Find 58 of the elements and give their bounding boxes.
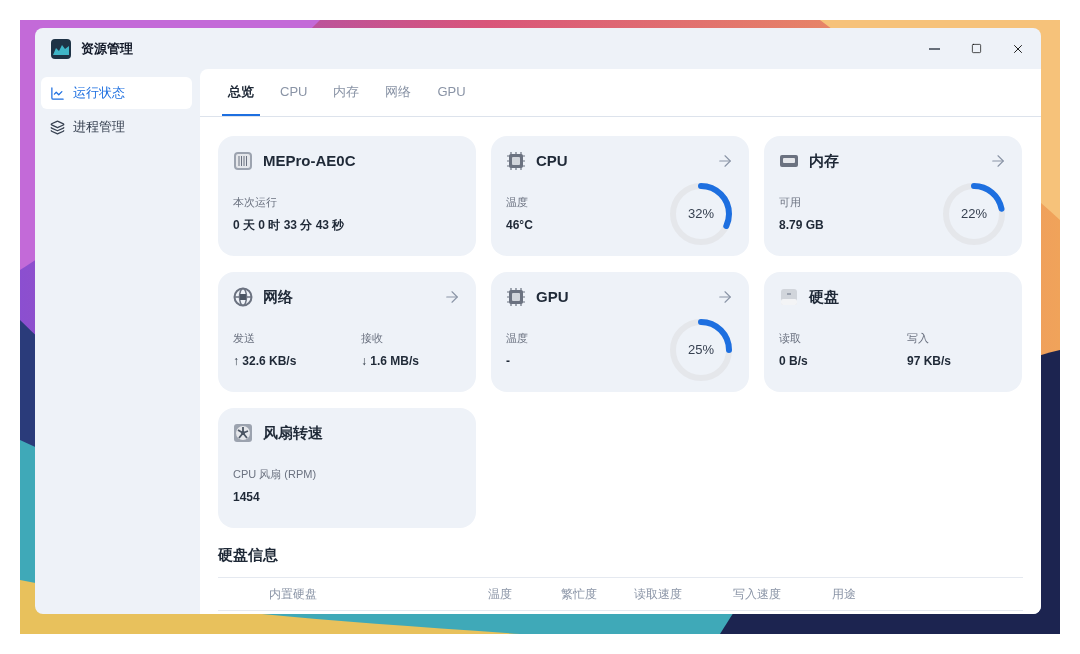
- field-label: 温度: [506, 195, 529, 211]
- field-value: ↑ 32.6 KB/s: [233, 352, 298, 370]
- field-label: 本次运行: [233, 195, 278, 211]
- tab[interactable]: GPU: [431, 69, 472, 116]
- tab[interactable]: 内存: [327, 69, 366, 116]
- field-label: 发送: [233, 331, 256, 347]
- field-value: ↓ 1.6 MB/s: [361, 352, 421, 370]
- fan-icon: [233, 423, 253, 443]
- field-label: 接收: [361, 331, 384, 347]
- field-value: 0 B/s: [779, 352, 809, 370]
- field-label: 温度: [506, 331, 529, 347]
- layers-icon: [50, 119, 65, 135]
- field-value: 1454: [233, 488, 261, 506]
- arrow-icon[interactable]: [443, 288, 461, 306]
- maximize-icon: [970, 43, 982, 54]
- field-label: 可用: [779, 195, 802, 211]
- drive-icon: [779, 287, 799, 307]
- tab[interactable]: CPU: [274, 69, 314, 116]
- field-label: 写入: [907, 331, 930, 347]
- sidebar-item[interactable]: 运行状态: [41, 77, 192, 109]
- column-header: 用途: [832, 585, 857, 603]
- sidebar-item[interactable]: 进程管理: [41, 111, 192, 143]
- processor-icon: [506, 287, 526, 307]
- column-header: 繁忙度: [561, 585, 598, 603]
- column-header: 读取速度: [634, 585, 683, 603]
- minimize-icon: [928, 47, 940, 50]
- field-value: 97 KB/s: [907, 352, 953, 370]
- card-title: 风扇转速: [263, 422, 323, 443]
- arrow-icon[interactable]: [989, 152, 1007, 170]
- processor-icon: [506, 151, 526, 171]
- tab[interactable]: 网络: [379, 69, 418, 116]
- card-title: 网络: [263, 286, 293, 307]
- field-label: 读取: [779, 331, 802, 347]
- globe-icon: [233, 287, 253, 307]
- field-value: -: [506, 352, 511, 370]
- column-header: 内置硬盘: [268, 585, 318, 603]
- card-title: CPU: [536, 150, 568, 171]
- field-value: 0 天 0 时 33 分 43 秒: [233, 216, 346, 234]
- window-title: 资源管理: [81, 39, 133, 58]
- card-title: 内存: [809, 150, 839, 171]
- field-value: 46°C: [506, 216, 534, 234]
- field-value: 8.79 GB: [779, 216, 825, 234]
- card-title: 硬盘: [809, 286, 839, 307]
- usage-percent: 32%: [687, 205, 715, 224]
- usage-percent: 22%: [960, 205, 988, 224]
- arrow-icon[interactable]: [716, 152, 734, 170]
- tab[interactable]: 总览: [222, 69, 260, 116]
- column-header: 温度: [488, 585, 513, 603]
- field-label: CPU 风扇 (RPM): [233, 467, 318, 483]
- section-title: 硬盘信息: [218, 545, 279, 565]
- arrow-icon[interactable]: [716, 288, 734, 306]
- line-chart-icon: [50, 85, 65, 101]
- chip-icon: [233, 151, 253, 171]
- usage-percent: 25%: [687, 341, 715, 360]
- card-title: GPU: [536, 286, 569, 307]
- card-title: MEPro-AE0C: [263, 150, 356, 171]
- column-header: 写入速度: [733, 585, 782, 603]
- app-logo-icon: [51, 38, 71, 59]
